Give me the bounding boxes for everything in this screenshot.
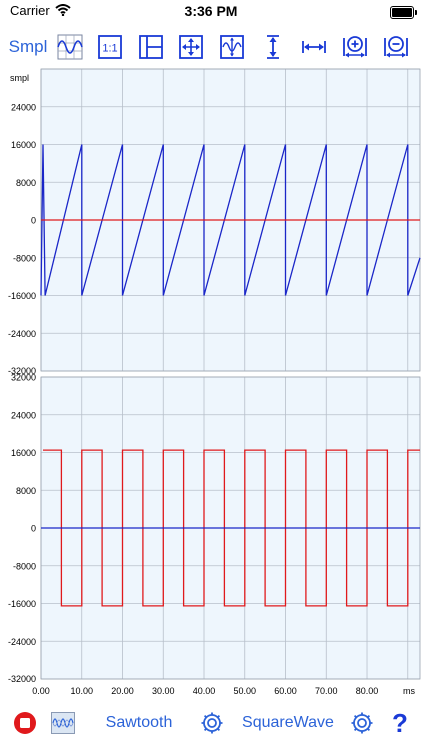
y-tick-label: -8000 (13, 561, 36, 571)
vertical-resize-icon[interactable] (260, 30, 286, 64)
y-tick-label: -8000 (13, 253, 36, 263)
charts-svg[interactable]: 24000 16000 8000 0 -8000 -16000 -24000 -32000 s… (0, 68, 422, 700)
one-to-one-label: 1:1 (102, 43, 117, 55)
battery-icon (390, 6, 417, 19)
y-tick-label: 24000 (11, 410, 36, 420)
waveform-thumbnail-button[interactable] (50, 706, 76, 740)
help-button[interactable]: ? (386, 706, 414, 740)
status-bar: Carrier 3:36 PM (0, 0, 422, 24)
vertical-fit-icon[interactable] (219, 30, 245, 64)
y-tick-label: 24000 (11, 102, 36, 112)
y-tick-label: 8000 (16, 178, 36, 188)
one-to-one-button[interactable]: 1:1 (97, 30, 123, 64)
gear-icon (351, 712, 373, 734)
waveform-grid-icon[interactable] (56, 30, 84, 64)
clock: 3:36 PM (184, 3, 238, 19)
zoom-out-horizontal-icon[interactable] (382, 30, 410, 64)
y-tick-label: 0 (31, 216, 36, 226)
y-tick-label: 8000 (16, 486, 36, 496)
zoom-in-horizontal-icon[interactable] (341, 30, 369, 64)
y-tick-label: -16000 (8, 291, 36, 301)
stop-button[interactable] (10, 706, 40, 740)
squarewave-chart[interactable]: 32000 24000 16000 8000 0 -8000 -16000 -24000 -32… (8, 373, 421, 697)
waveform-thumbnail-icon (51, 712, 75, 734)
x-tick-label: 50.00 (233, 686, 256, 696)
time-axis-unit: ms (403, 686, 415, 696)
channel-2-signal-button[interactable]: SquareWave (242, 706, 334, 740)
y-tick-label: -24000 (8, 329, 36, 339)
y-tick-label: -16000 (8, 599, 36, 609)
y-tick-label: -24000 (8, 637, 36, 647)
sawtooth-y-axis-label: smpl (10, 73, 29, 83)
squarewave-y-ticks: 32000 24000 16000 8000 0 -8000 -16000 -24000 -32… (8, 373, 36, 685)
split-view-icon[interactable] (138, 30, 164, 64)
horizontal-resize-icon[interactable] (300, 30, 328, 64)
x-tick-label: 70.00 (315, 686, 338, 696)
y-tick-label: 0 (31, 524, 36, 534)
channel-1-settings-button[interactable] (198, 706, 226, 740)
gear-icon (201, 712, 223, 734)
x-tick-label: 0.00 (32, 686, 50, 696)
sawtooth-y-ticks: 240001600080000-8000-16000-24000-32000 (8, 102, 36, 376)
sawtooth-chart[interactable]: 240001600080000-8000-16000-24000-32000 s… (8, 68, 421, 376)
y-tick-label: 16000 (11, 448, 36, 458)
toolbar: Smpl 1:1 (0, 30, 422, 66)
x-tick-label: 60.00 (274, 686, 297, 696)
oscilloscope-charts[interactable]: 24000 16000 8000 0 -8000 -16000 -24000 -32000 s… (0, 68, 422, 700)
x-tick-label: 30.00 (152, 686, 175, 696)
stop-icon (14, 712, 36, 734)
x-tick-label: 80.00 (356, 686, 379, 696)
y-tick-label: -32000 (8, 674, 36, 684)
time-axis-ticks: 0.00 10.00 20.00 30.00 40.00 50.00 60.00 70.00 8… (32, 686, 378, 696)
channel-1-signal-button[interactable]: Sawtooth (100, 706, 178, 740)
y-tick-label: 32000 (11, 373, 36, 383)
units-button[interactable]: Smpl (6, 30, 50, 64)
x-tick-label: 40.00 (193, 686, 216, 696)
channel-2-settings-button[interactable] (348, 706, 376, 740)
y-tick-label: 16000 (11, 140, 36, 150)
x-tick-label: 20.00 (111, 686, 134, 696)
bottom-bar: Sawtooth SquareWave ? (0, 706, 422, 742)
x-tick-label: 10.00 (70, 686, 93, 696)
pan-arrows-icon[interactable] (178, 30, 204, 64)
